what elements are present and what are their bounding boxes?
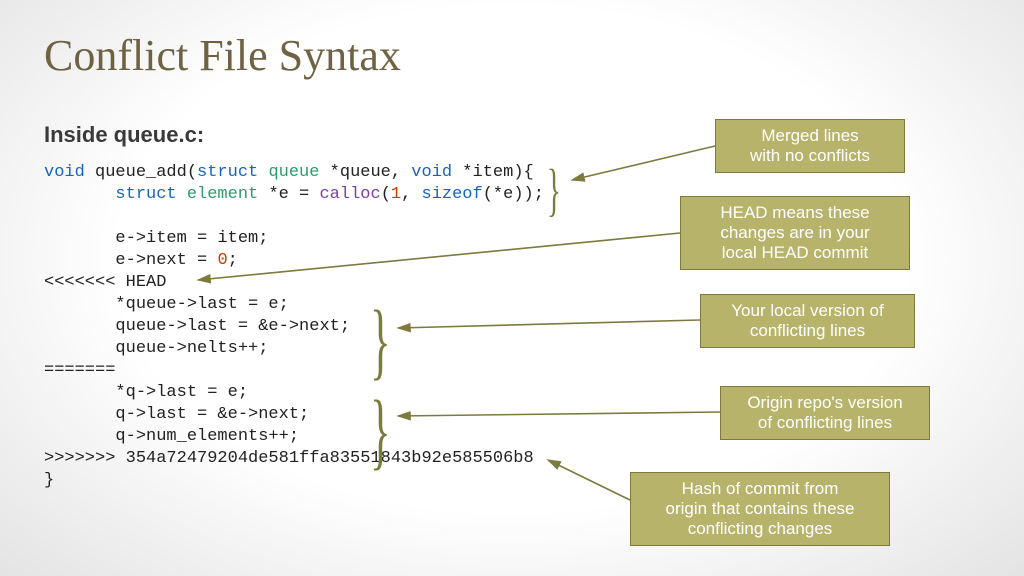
code-token: queue->nelts++; xyxy=(44,339,268,358)
code-token: calloc xyxy=(319,185,380,204)
brace-origin: } xyxy=(370,380,391,480)
code-token: void xyxy=(44,163,85,182)
code-token: sizeof xyxy=(422,185,483,204)
code-token: (*e)); xyxy=(483,185,544,204)
code-token: struct xyxy=(197,163,258,182)
code-token: queue_add( xyxy=(85,163,197,182)
code-token: } xyxy=(44,471,54,490)
callout-hash: Hash of commit fromorigin that contains … xyxy=(630,472,890,546)
code-block: void queue_add(struct queue *queue, void… xyxy=(44,162,544,492)
code-token: q->last = &e->next; xyxy=(44,405,309,424)
code-token: <<<<<<< HEAD xyxy=(44,273,166,292)
subtitle: Inside queue.c: xyxy=(44,122,204,148)
brace-merged: } xyxy=(547,156,561,223)
callout-local: Your local version ofconflicting lines xyxy=(700,294,915,348)
code-token: 0 xyxy=(217,251,227,270)
code-token: >>>>>>> 354a72479204de581ffa83551843b92e… xyxy=(44,449,534,468)
code-token: ======= xyxy=(44,361,115,380)
code-token: e->next = xyxy=(44,251,217,270)
code-token: queue xyxy=(258,163,329,182)
callout-head: HEAD means thesechanges are in yourlocal… xyxy=(680,196,910,270)
code-token: queue->last = &e->next; xyxy=(44,317,350,336)
code-token: *q->last = e; xyxy=(44,383,248,402)
code-token: void xyxy=(411,163,452,182)
slide-title: Conflict File Syntax xyxy=(44,30,401,81)
code-token: element xyxy=(177,185,269,204)
callout-merged: Merged lineswith no conflicts xyxy=(715,119,905,173)
code-token: *item){ xyxy=(452,163,534,182)
brace-local: } xyxy=(370,290,391,390)
code-token: struct xyxy=(44,185,177,204)
code-token: e->item = item; xyxy=(44,229,268,248)
code-token: *queue->last = e; xyxy=(44,295,289,314)
code-token: *e = xyxy=(268,185,319,204)
code-token: q->num_elements++; xyxy=(44,427,299,446)
callout-origin: Origin repo's versionof conflicting line… xyxy=(720,386,930,440)
code-token: 1 xyxy=(391,185,401,204)
code-token: ( xyxy=(381,185,391,204)
code-token: *queue, xyxy=(330,163,412,182)
code-token: , xyxy=(401,185,421,204)
code-token: ; xyxy=(228,251,238,270)
